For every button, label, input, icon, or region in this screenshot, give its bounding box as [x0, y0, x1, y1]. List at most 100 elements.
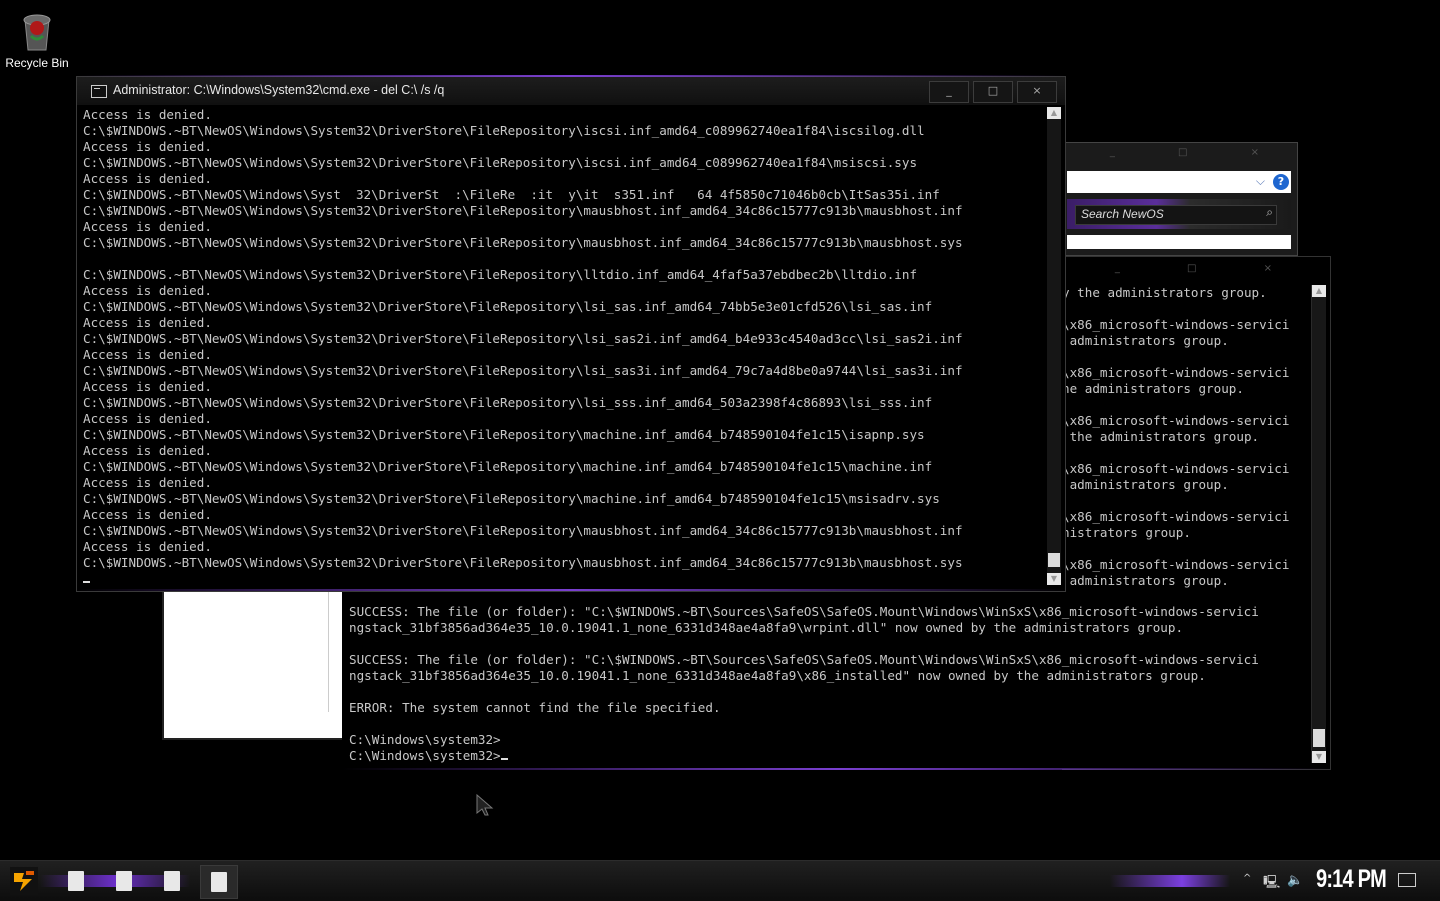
- window-glow-bottom-main: [76, 589, 1066, 591]
- console-line: y the administrators group.: [1062, 285, 1267, 300]
- network-icon[interactable]: 🖳: [1263, 873, 1280, 895]
- window-glow-top-main: [76, 75, 1066, 77]
- scroll-thumb[interactable]: [1313, 729, 1325, 747]
- cmd-output: Access is denied. C:\$WINDOWS.~BT\NewOS\W…: [83, 107, 1043, 587]
- cmd-back-scrollbar[interactable]: ▲ ▼: [1311, 285, 1326, 763]
- console-line: C:\$WINDOWS.~BT\NewOS\Windows\System32\D…: [83, 331, 963, 346]
- console-line: Access is denied.: [83, 507, 212, 522]
- console-line: C:\$WINDOWS.~BT\NewOS\Windows\System32\D…: [83, 299, 933, 314]
- scroll-down-icon[interactable]: ▼: [1047, 573, 1061, 585]
- document-icon: [116, 871, 132, 891]
- console-line: Access is denied.: [83, 443, 212, 458]
- background-window-panel: [162, 590, 348, 740]
- panel-divider: [328, 592, 329, 712]
- console-line: C:\$WINDOWS.~BT\NewOS\Windows\System32\D…: [83, 395, 933, 410]
- console-line: Access is denied.: [83, 171, 212, 186]
- document-icon: [164, 871, 180, 891]
- console-line: administrators group.: [1062, 333, 1229, 348]
- window-glow-bottom: [342, 768, 1332, 770]
- console-line: Access is denied.: [83, 315, 212, 330]
- maximize-button[interactable]: □: [973, 81, 1013, 103]
- scroll-up-icon[interactable]: ▲: [1312, 285, 1326, 297]
- console-line: Access is denied.: [83, 379, 212, 394]
- volume-icon[interactable]: 🔈: [1287, 873, 1303, 888]
- console-line: C:\$WINDOWS.~BT\NewOS\Windows\System32\D…: [83, 235, 963, 250]
- console-line: C:\$WINDOWS.~BT\NewOS\Windows\System32\D…: [83, 267, 918, 282]
- console-line: SUCCESS: The file (or folder): "C:\$WIND…: [349, 604, 1259, 619]
- scroll-down-icon[interactable]: ▼: [1312, 751, 1326, 763]
- cmd-scrollbar[interactable]: ▲ ▼: [1047, 107, 1061, 585]
- cmd-back-output: y the administrators group. \x86_microsof…: [1062, 285, 1308, 589]
- console-line: C:\$WINDOWS.~BT\NewOS\Windows\System32\D…: [83, 459, 933, 474]
- console-line: Access is denied.: [83, 283, 212, 298]
- taskbar-app-cmd[interactable]: [200, 865, 238, 899]
- cmd-back-output-lines: SUCCESS: The file (or folder): "C:\$WIND…: [349, 604, 1313, 764]
- search-icon[interactable]: ⌕: [1266, 205, 1273, 220]
- explorer-window[interactable]: _ □ × ⌵ ? Search NewOS ⌕: [1062, 142, 1298, 256]
- console-line: Access is denied.: [83, 107, 212, 122]
- taskbar-app-2[interactable]: [106, 865, 142, 897]
- explorer-caption-buttons[interactable]: _ □ ×: [1110, 147, 1289, 158]
- tray-overflow-icon[interactable]: ^: [1243, 873, 1251, 884]
- console-line: nistrators group.: [1062, 525, 1191, 540]
- console-line: C:\$WINDOWS.~BT\NewOS\Windows\System32\D…: [83, 123, 925, 138]
- text-cursor: [500, 758, 508, 760]
- scroll-up-icon[interactable]: ▲: [1047, 107, 1061, 119]
- taskbar-clock[interactable]: 9:14 PM: [1316, 865, 1387, 894]
- taskbar-glow-right: [1110, 875, 1230, 887]
- console-line: C:\$WINDOWS.~BT\NewOS\Windows\System32\D…: [83, 523, 963, 538]
- console-line: \x86_microsoft-windows-servici: [1062, 509, 1290, 524]
- console-line: Access is denied.: [83, 411, 212, 426]
- console-line: he administrators group.: [1062, 381, 1244, 396]
- console-line: \x86_microsoft-windows-servici: [1062, 461, 1290, 476]
- console-line: Access is denied.: [83, 539, 212, 554]
- console-line: C:\$WINDOWS.~BT\NewOS\Windows\Syst 32\Dr…: [83, 187, 940, 202]
- console-line: ERROR: The system cannot find the file s…: [349, 700, 721, 715]
- taskbar-app-1[interactable]: [58, 865, 94, 897]
- close-button[interactable]: ×: [1017, 81, 1057, 103]
- console-line: C:\$WINDOWS.~BT\NewOS\Windows\System32\D…: [83, 363, 963, 378]
- console-line: SUCCESS: The file (or folder): "C:\$WIND…: [349, 652, 1259, 667]
- cmd-app-icon[interactable]: [91, 85, 107, 98]
- cmd-back-caption-buttons[interactable]: _ □ ×: [1115, 263, 1304, 274]
- search-bar[interactable]: Search NewOS ⌕: [1067, 199, 1291, 229]
- search-input[interactable]: Search NewOS: [1081, 207, 1164, 221]
- chevron-down-icon[interactable]: ⌵: [1256, 174, 1265, 189]
- console-line: \x86_microsoft-windows-servici: [1062, 413, 1290, 428]
- start-button[interactable]: [10, 867, 38, 895]
- console-line: Access is denied.: [83, 475, 212, 490]
- address-bar[interactable]: ⌵ ?: [1067, 171, 1291, 193]
- cmd-titlebar[interactable]: Administrator: C:\Windows\System32\cmd.e…: [77, 77, 1065, 105]
- help-icon[interactable]: ?: [1273, 174, 1289, 190]
- mouse-pointer-icon: [476, 794, 494, 816]
- notification-icon[interactable]: [1398, 873, 1416, 887]
- console-line: C:\$WINDOWS.~BT\NewOS\Windows\System32\D…: [83, 203, 963, 218]
- console-line: C:\Windows\system32>: [349, 748, 1313, 764]
- cmd-window-main[interactable]: Administrator: C:\Windows\System32\cmd.e…: [76, 76, 1066, 592]
- minimize-button[interactable]: _: [929, 81, 969, 103]
- console-line: ngstack_31bf3856ad364e35_10.0.19041.1_no…: [349, 620, 1184, 635]
- console-line: administrators group.: [1062, 477, 1229, 492]
- console-line: \x86_microsoft-windows-servici: [1062, 365, 1290, 380]
- console-line: C:\$WINDOWS.~BT\NewOS\Windows\System32\D…: [83, 555, 963, 570]
- console-line: administrators group.: [1062, 573, 1229, 588]
- console-line: C:\Windows\system32>: [349, 732, 501, 747]
- recycle-bin-icon[interactable]: Recycle Bin: [4, 8, 70, 70]
- document-icon: [68, 871, 84, 891]
- scroll-thumb[interactable]: [1048, 553, 1060, 567]
- console-line: ngstack_31bf3856ad364e35_10.0.19041.1_no…: [349, 668, 1206, 683]
- console-line: the administrators group.: [1062, 429, 1260, 444]
- cmd-window-title: Administrator: C:\Windows\System32\cmd.e…: [113, 83, 445, 97]
- taskbar-app-3[interactable]: [154, 865, 190, 897]
- recycle-bin-label: Recycle Bin: [5, 56, 69, 70]
- console-line: Access is denied.: [83, 139, 212, 154]
- recycle-bin-graphic: [17, 8, 57, 54]
- console-line: C:\$WINDOWS.~BT\NewOS\Windows\System32\D…: [83, 427, 925, 442]
